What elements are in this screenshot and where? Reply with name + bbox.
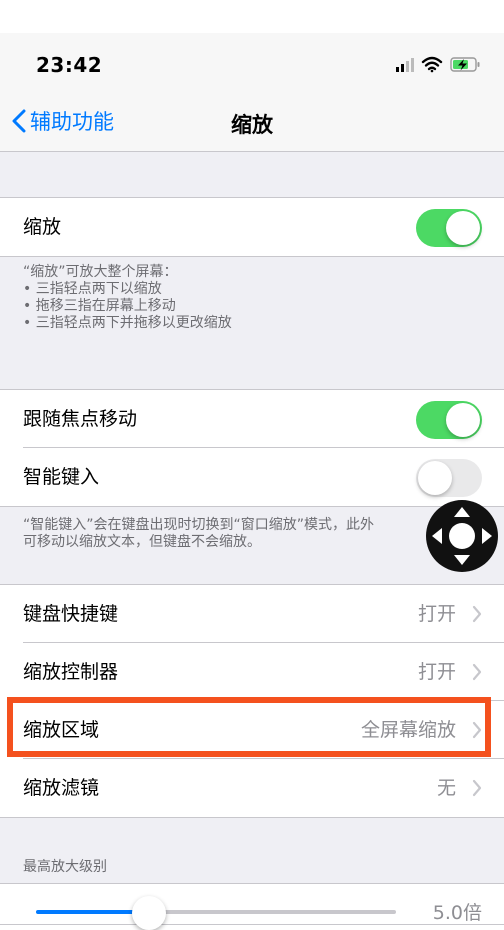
zoom-filter-value: 无 [436, 777, 456, 799]
wifi-icon [421, 56, 443, 73]
zoom-help-text: “缩放”可放大整个屏幕： • 三指轻点两下以缩放 • 拖移三指在屏幕上移动 • … [23, 264, 483, 332]
keyboard-shortcuts-value: 打开 [417, 603, 456, 625]
max-zoom-slider-thumb[interactable] [132, 896, 166, 930]
zoom-filter-label: 缩放滤镜 [23, 777, 100, 799]
toggle-knob [418, 461, 452, 495]
joystick-icon[interactable] [426, 500, 498, 572]
arrow-down-icon [454, 555, 470, 565]
zoom-label: 缩放 [23, 216, 62, 238]
focus-group: 跟随焦点移动 智能键入 [0, 389, 504, 507]
zoom-group: 缩放 [0, 197, 504, 257]
joystick-center [449, 523, 475, 549]
chevron-right-icon [472, 605, 482, 623]
battery-charging-icon [450, 57, 480, 72]
smart-help-line: “智能键入”会在键盘出现时切换到“窗口缩放”模式，此外 [23, 517, 375, 533]
zoom-help-item: • 三指轻点两下并拖移以更改缩放 [23, 315, 232, 331]
status-time: 23:42 [36, 53, 103, 77]
status-icons [396, 55, 486, 75]
zoom-filter-row[interactable]: 缩放滤镜 无 [0, 759, 504, 817]
navigation-bar: 辅助功能 缩放 [0, 93, 504, 152]
zoom-controller-row[interactable]: 缩放控制器 打开 [0, 643, 504, 701]
max-zoom-group [0, 883, 504, 925]
zoom-region-value: 全屏幕缩放 [360, 719, 456, 741]
zoom-help-title: “缩放”可放大整个屏幕： [23, 264, 178, 280]
toggle-knob [446, 211, 480, 245]
smart-help-line: 可移动以缩放文本，但键盘不会缩放。 [23, 534, 261, 550]
keyboard-shortcuts-label: 键盘快捷键 [23, 603, 119, 625]
zoom-region-row[interactable]: 缩放区域 全屏幕缩放 [0, 701, 504, 759]
options-group: 键盘快捷键 打开 缩放控制器 打开 缩放区域 全屏幕缩放 缩放滤镜 无 [0, 584, 504, 818]
settings-screen: 23:42 辅助功能 缩放 缩放 “缩放”可放大整个屏幕： • 三指轻点两下以缩… [0, 33, 504, 925]
page-title: 缩放 [231, 113, 273, 137]
keyboard-shortcuts-row[interactable]: 键盘快捷键 打开 [0, 585, 504, 643]
chevron-right-icon [472, 779, 482, 797]
zoom-help-item: • 拖移三指在屏幕上移动 [23, 298, 176, 314]
chevron-right-icon [472, 721, 482, 739]
arrow-left-icon [432, 528, 442, 544]
toggle-knob [446, 403, 480, 437]
max-zoom-value: 5.0倍 [432, 902, 482, 924]
smart-typing-label: 智能键入 [23, 466, 100, 488]
arrow-right-icon [482, 528, 492, 544]
arrow-up-icon [454, 507, 470, 517]
zoom-region-label: 缩放区域 [23, 719, 100, 741]
smart-typing-row: 智能键入 [0, 448, 504, 506]
smart-typing-toggle[interactable] [416, 459, 482, 497]
max-zoom-header: 最高放大级别 [23, 859, 107, 875]
max-zoom-slider-fill [36, 910, 146, 914]
follow-focus-label: 跟随焦点移动 [23, 408, 138, 430]
zoom-row: 缩放 [0, 198, 504, 256]
max-zoom-slider-track[interactable] [146, 910, 396, 914]
follow-focus-toggle[interactable] [416, 401, 482, 439]
smart-typing-help-text: “智能键入”会在键盘出现时切换到“窗口缩放”模式，此外 可移动以缩放文本，但键盘… [23, 517, 483, 551]
zoom-help-item: • 三指轻点两下以缩放 [23, 281, 162, 297]
zoom-toggle[interactable] [416, 209, 482, 247]
zoom-controller-value: 打开 [417, 661, 456, 683]
chevron-right-icon [472, 663, 482, 681]
follow-focus-row: 跟随焦点移动 [0, 390, 504, 448]
zoom-controller-label: 缩放控制器 [23, 661, 119, 683]
status-bar: 23:42 [0, 33, 504, 93]
signal-icon [396, 58, 414, 72]
